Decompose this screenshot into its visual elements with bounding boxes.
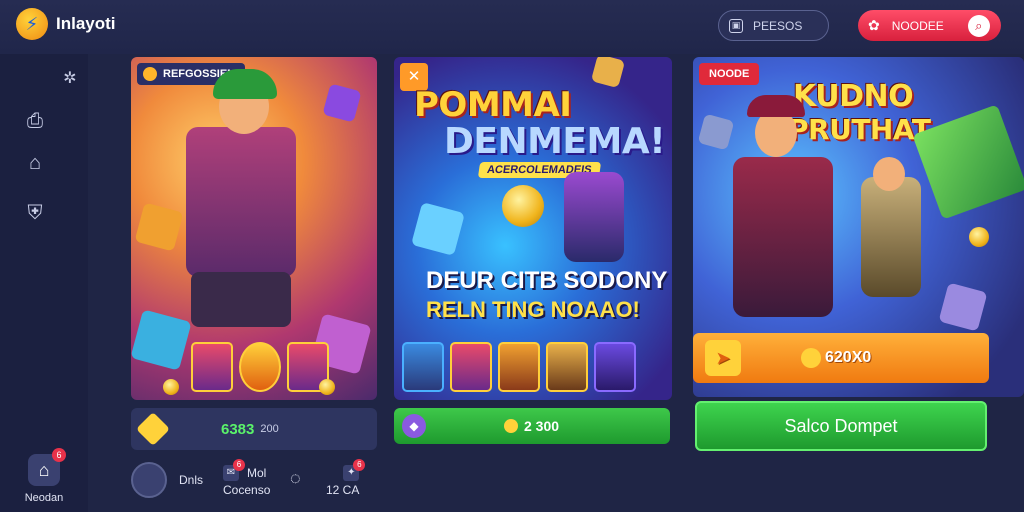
- character-tile: [239, 342, 281, 392]
- coin-icon: [163, 379, 179, 395]
- coin-icon: [502, 185, 544, 227]
- card3-value-text: 620X0: [825, 349, 872, 367]
- notification-badge: 6: [52, 448, 66, 462]
- arrow-icon: ➤: [705, 340, 741, 376]
- dice-decoration: [938, 282, 988, 332]
- companion-character: [861, 177, 921, 297]
- app-title: Inlayoti: [56, 14, 116, 33]
- sidebar-profile[interactable]: ⌂ 6 Neodan: [18, 448, 70, 504]
- box-icon: ▣: [729, 18, 743, 33]
- character-strip: [191, 342, 329, 392]
- game-card-1[interactable]: REFGOSSIEN: [131, 57, 377, 400]
- dice-decoration: [590, 57, 626, 89]
- sparkle-icon[interactable]: ✲: [55, 68, 85, 88]
- character-tile: [402, 342, 444, 392]
- card1-price-value: 6383: [221, 420, 255, 438]
- app-logo-icon[interactable]: ⚡: [16, 8, 48, 40]
- game-card-2[interactable]: ✕ POMMAI DENMEMA! ACERCOLEMADEIS DEUR CI…: [394, 57, 672, 400]
- coin-icon: [319, 379, 335, 395]
- card2-price-bar[interactable]: ◆ 2 300: [394, 408, 670, 444]
- card2-headline-2: DENMEMA!: [444, 121, 666, 162]
- character-tile: [594, 342, 636, 392]
- hero-character: [733, 157, 833, 317]
- adventure-characters: [564, 172, 624, 262]
- hero-hat: [747, 95, 805, 117]
- card2-caption-1: DEUR CITB SODONY: [426, 267, 668, 294]
- gem-icon: [136, 412, 170, 446]
- coin-icon: [801, 348, 821, 368]
- card3-tag: NOODE: [699, 63, 760, 85]
- bottom-item-messages-label: Mol: [247, 466, 267, 480]
- hero-character: [186, 127, 296, 277]
- search-icon[interactable]: ⌕: [967, 14, 990, 37]
- coin-icon: [504, 419, 518, 433]
- companion-head: [873, 157, 905, 191]
- bottom-item-messages-sublabel: Cocenso: [223, 483, 271, 497]
- dice-decoration: [131, 309, 192, 371]
- coin-icon: [143, 67, 157, 81]
- card3-value-bar[interactable]: ➤ 620X0: [693, 333, 989, 383]
- card3-value: 620X0: [801, 348, 871, 368]
- card2-headline-1: POMMAI: [414, 85, 572, 125]
- card1-price-unit: 200: [260, 423, 279, 435]
- chat-icon: ◌: [290, 468, 301, 488]
- dice-decoration: [134, 202, 184, 252]
- notification-badge: 6: [233, 459, 245, 471]
- character-tile: [498, 342, 540, 392]
- notification-badge: 6: [353, 459, 366, 471]
- character-tile: [450, 342, 492, 392]
- gem-icon: ◆: [402, 414, 426, 438]
- top-bar: ⚡ Inlayoti ▣ PEESOS ✿ NOODEE ⌕: [0, 0, 1024, 54]
- bottom-item-profile-label: Dnls: [179, 473, 204, 487]
- peesos-button[interactable]: ▣ PEESOS: [718, 10, 829, 41]
- card3-headline-1: KUDNO: [793, 79, 914, 114]
- home-icon[interactable]: ⌂: [20, 152, 50, 175]
- dice-decoration: [322, 83, 362, 123]
- mail-icon: ✉ 6: [223, 459, 245, 481]
- hero-helmet: [213, 69, 277, 99]
- character-tile: [546, 342, 588, 392]
- card1-price-bar[interactable]: 6383 200: [131, 408, 377, 450]
- card2-caption-2: RELN TING NOAAO!: [426, 297, 640, 322]
- card2-price-value: 2 300: [524, 418, 560, 434]
- avatar: [131, 462, 167, 498]
- card3-headline-2: PRUTHAT: [788, 113, 931, 146]
- sidebar-profile-label: Neodan: [24, 492, 64, 504]
- shield-icon[interactable]: ⛨: [20, 202, 50, 225]
- character-tile: [191, 342, 233, 392]
- bottom-item-profile[interactable]: Dnls: [131, 462, 203, 498]
- hero-legs: [191, 272, 291, 327]
- profile-home-icon: ⌂ 6: [28, 448, 66, 486]
- buy-button[interactable]: Salco Dompet: [695, 401, 987, 451]
- gift-icon: ✦ 6: [343, 459, 366, 481]
- noodee-button[interactable]: ✿ NOODEE ⌕: [858, 10, 1001, 41]
- camera-icon[interactable]: ⎙: [20, 110, 50, 133]
- character-strip: [402, 342, 636, 392]
- bottom-item-count[interactable]: ✦ 6 12 CA: [326, 459, 366, 497]
- dice-decoration: [697, 113, 735, 151]
- coin-icon: [969, 227, 989, 247]
- bottom-item-chat[interactable]: ◌: [290, 468, 301, 489]
- bottom-item-messages[interactable]: ✉ 6 Mol Cocenso: [223, 459, 271, 497]
- noodee-button-label: NOODEE: [891, 18, 944, 33]
- sidebar: ✲ ⎙ ⌂ ⛨ ⌂ 6 Neodan: [0, 54, 88, 512]
- dice-decoration: [411, 202, 465, 256]
- gift-icon: ✿: [868, 17, 880, 33]
- peesos-button-label: PEESOS: [753, 18, 803, 33]
- bottom-item-count-label: 12 CA: [326, 483, 360, 497]
